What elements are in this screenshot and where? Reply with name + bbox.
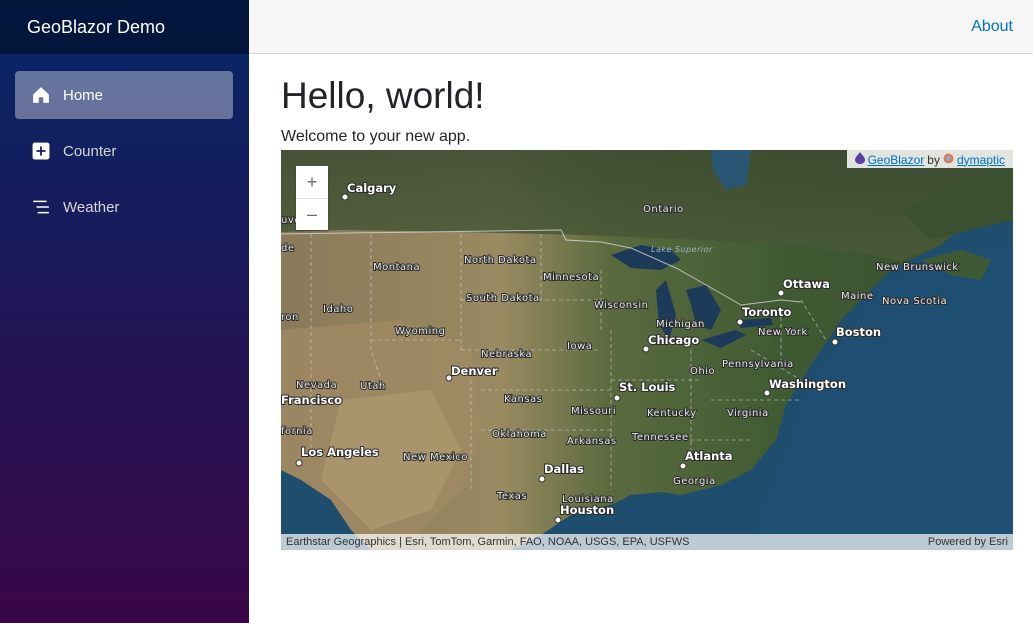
map-label: North Dakota (464, 255, 537, 266)
city-marker (538, 475, 546, 483)
map-label: New Mexico (403, 452, 468, 463)
satellite-basemap: Montana North Dakota South Dakota Minnes… (281, 150, 1013, 550)
sidebar-item-counter[interactable]: Counter (15, 127, 233, 175)
city-marker (679, 462, 687, 470)
map-label: Montana (373, 262, 420, 273)
map-label: fornia (281, 426, 313, 437)
map-label: Atlanta (685, 449, 733, 463)
dymaptic-link[interactable]: dymaptic (957, 153, 1005, 167)
brand-link[interactable]: GeoBlazor Demo (27, 17, 165, 38)
map-label: New Brunswick (876, 262, 959, 273)
map-label: de (281, 243, 295, 254)
map-label: Iowa (567, 341, 592, 352)
zoom-in-button[interactable]: + (296, 166, 328, 198)
page-title: Hello, world! (281, 75, 485, 116)
sidebar-item-weather[interactable]: Weather (15, 183, 233, 231)
dymaptic-logo-icon (943, 153, 954, 167)
map-label: Michigan (656, 319, 705, 330)
map-label: St. Louis (619, 380, 676, 394)
sidebar-item-home[interactable]: Home (15, 71, 233, 119)
map-label: Washington (769, 377, 846, 391)
map-label: Ontario (643, 204, 684, 215)
map-label: Oklahoma (492, 429, 547, 440)
map-label: Lake Superior (651, 245, 713, 254)
geoblazor-credit: GeoBlazor by dymaptic (846, 150, 1013, 168)
welcome-text: Welcome to your new app. (281, 128, 471, 145)
map-label: Ohio (690, 366, 715, 377)
zoom-out-button[interactable]: – (296, 198, 328, 230)
map-label: Francisco (281, 393, 342, 407)
map-label: Maine (841, 291, 874, 302)
map-label: Los Angeles (301, 445, 379, 459)
map-label: Chicago (648, 333, 699, 347)
city-marker (554, 516, 562, 524)
about-link[interactable]: About (971, 18, 1013, 36)
sidebar-nav: Home Counter Weather (0, 54, 249, 231)
map-label: Wyoming (395, 326, 445, 337)
content: Hello, world! Welcome to your new app. M… (249, 54, 1033, 550)
brand-bar: GeoBlazor Demo (0, 0, 249, 54)
city-marker (613, 394, 621, 402)
map-label: Ottawa (783, 277, 830, 291)
top-row: About (249, 0, 1033, 54)
app-window: GeoBlazor Demo Home Counter Weather Abou… (0, 0, 1033, 623)
map-label: Kentucky (647, 408, 697, 419)
map-label: Missouri (571, 406, 616, 417)
map-label: Boston (836, 325, 881, 339)
map-label: Minnesota (543, 272, 599, 283)
attribution-text: Earthstar Geographics | Esri, TomTom, Ga… (286, 536, 690, 548)
map-label: Virginia (727, 408, 769, 419)
map-label: Denver (451, 364, 498, 378)
sidebar-item-label: Counter (63, 142, 117, 160)
zoom-control: + – (296, 166, 328, 230)
map-label: Tennessee (631, 432, 689, 443)
map-label: ron (281, 312, 299, 323)
map-label: Kansas (504, 394, 542, 405)
map-attribution: Earthstar Geographics | Esri, TomTom, Ga… (281, 534, 1013, 550)
main-area: About Hello, world! Welcome to your new … (249, 0, 1033, 623)
sidebar-item-label: Home (63, 86, 104, 104)
map-label: Utah (360, 381, 386, 392)
map-label: Nevada (296, 380, 337, 391)
sidebar: GeoBlazor Demo Home Counter Weather (0, 0, 249, 623)
map-view[interactable]: Montana North Dakota South Dakota Minnes… (281, 150, 1013, 550)
map-label: Calgary (347, 181, 397, 195)
sidebar-item-label: Weather (63, 198, 120, 216)
city-marker (736, 318, 744, 326)
map-label: Arkansas (567, 436, 617, 447)
geoblazor-logo-icon (854, 152, 865, 167)
map-label: Houston (560, 503, 614, 517)
city-marker (295, 459, 303, 467)
map-label: Wisconsin (594, 300, 648, 311)
home-icon (31, 85, 51, 105)
map-label: Dallas (544, 462, 584, 476)
map-label: Texas (496, 491, 527, 502)
map-label: Nova Scotia (882, 296, 947, 307)
map-label: Georgia (673, 476, 716, 487)
map-label: Idaho (323, 304, 353, 315)
city-marker (831, 338, 839, 346)
list-lines-icon (31, 197, 51, 217)
map-label: Nebraska (481, 349, 532, 360)
credit-by-text: by (927, 152, 940, 167)
powered-by-esri[interactable]: Powered by Esri (928, 536, 1008, 548)
map-label: Pennsylvania (722, 359, 794, 370)
map-label: South Dakota (466, 293, 540, 304)
map-label: Toronto (742, 305, 791, 319)
plus-square-icon (31, 141, 51, 161)
map-label: New York (758, 327, 808, 338)
geoblazor-link[interactable]: GeoBlazor (868, 153, 925, 167)
